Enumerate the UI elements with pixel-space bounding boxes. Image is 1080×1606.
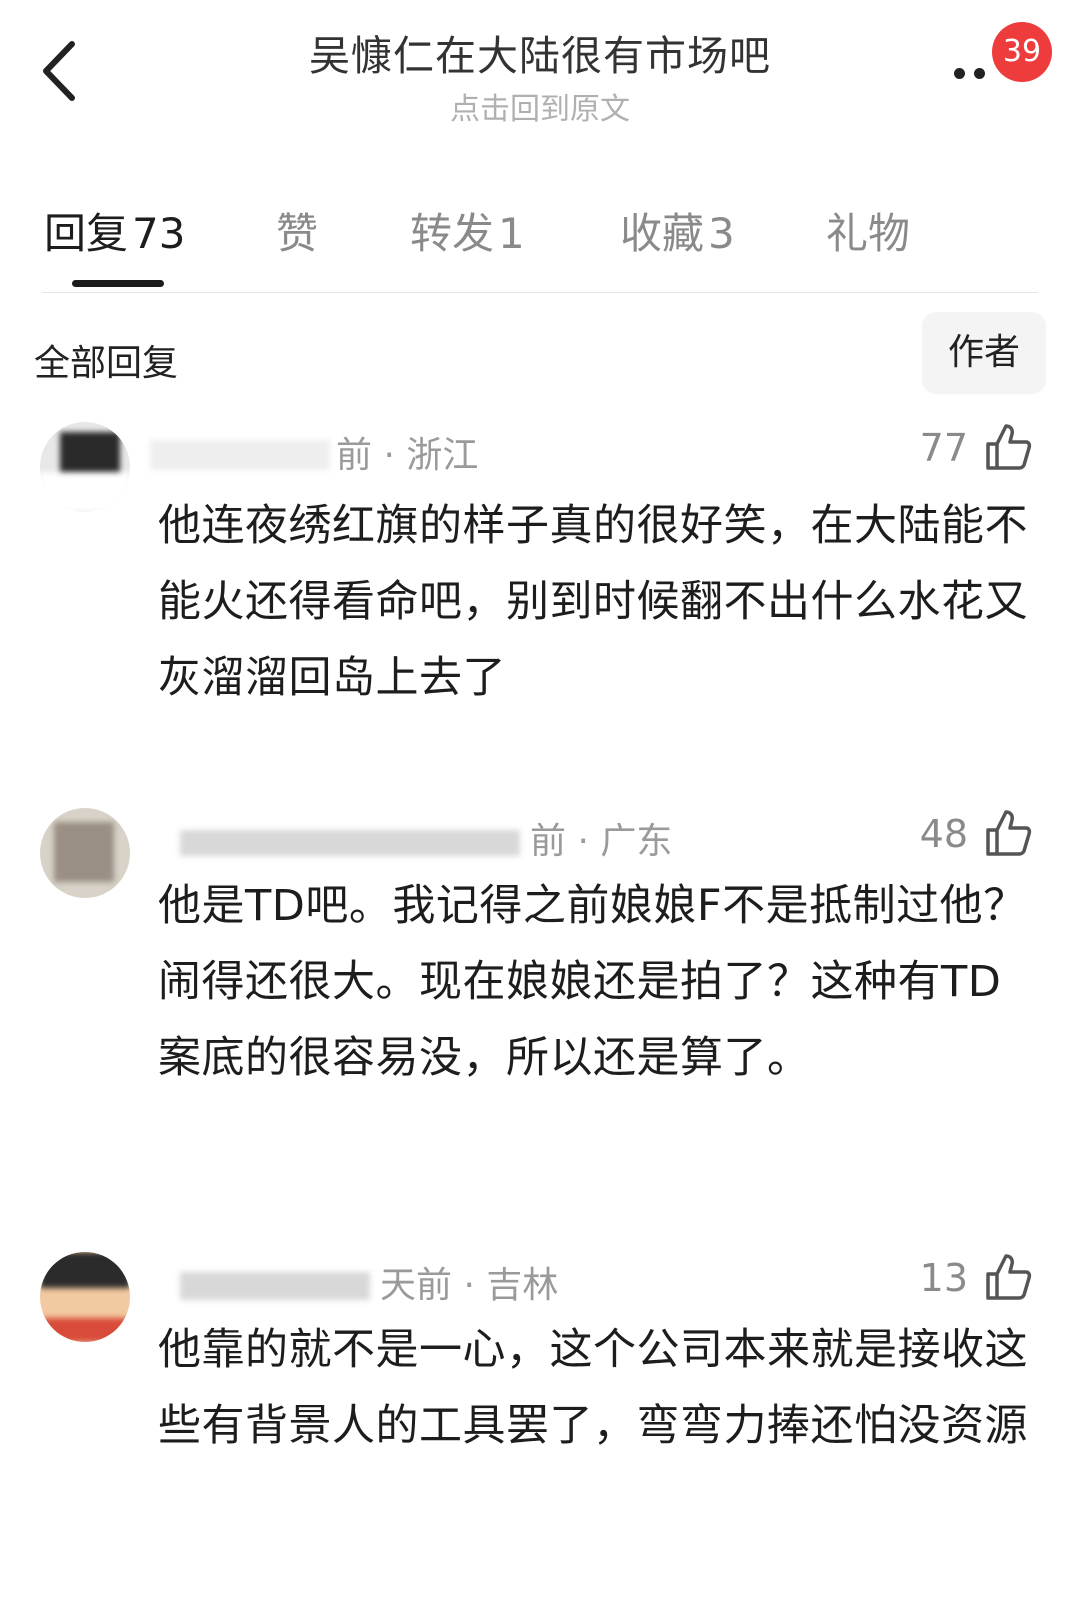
divider xyxy=(42,292,1038,293)
username-redacted xyxy=(180,1272,370,1300)
thumbs-up-icon xyxy=(986,1254,1032,1300)
tab-favorites[interactable]: 收藏3 xyxy=(620,200,735,261)
tab-gifts[interactable]: 礼物 xyxy=(826,200,914,261)
tab-reposts[interactable]: 转发1 xyxy=(410,200,525,261)
avatar-blur xyxy=(40,472,130,512)
thumbs-up-icon xyxy=(986,424,1032,470)
like-button[interactable] xyxy=(984,808,1032,858)
active-tab-indicator xyxy=(72,280,164,287)
notification-badge[interactable]: 39 xyxy=(992,22,1052,82)
tab-label: 转发 xyxy=(410,209,495,258)
tab-label: 回复 xyxy=(44,209,129,258)
tab-label: 收藏 xyxy=(620,209,705,258)
avatar[interactable] xyxy=(40,422,130,512)
like-button[interactable] xyxy=(984,1252,1032,1302)
comment-meta: 前 · 浙江 xyxy=(336,435,479,476)
more-dot xyxy=(974,68,985,79)
thumbs-up-icon xyxy=(986,810,1032,856)
more-dots-icon xyxy=(954,68,965,79)
back-to-original-link[interactable]: 点击回到原文 xyxy=(0,84,1080,128)
comment-meta: 前 · 广东 xyxy=(530,821,673,862)
all-replies-heading: 全部回复 xyxy=(34,343,179,384)
comment-text: 他是TD吧。我记得之前娘娘F不是抵制过他？闹得还很大。现在娘娘还是拍了？这种有T… xyxy=(158,881,1027,1083)
comment-text: 他靠的就不是一心，这个公司本来就是接收这些有背景人的工具罢了，弯弯力捧还怕没资源 xyxy=(158,1325,1028,1451)
tab-label: 礼物 xyxy=(826,209,911,258)
tab-label: 赞 xyxy=(276,209,319,258)
author-filter-button[interactable]: 作者 xyxy=(922,312,1046,394)
like-count: 48 xyxy=(919,812,968,856)
tab-count: 1 xyxy=(498,209,525,258)
avatar-blur xyxy=(40,1318,130,1342)
like-count: 13 xyxy=(919,1256,968,1300)
username-redacted xyxy=(180,830,520,856)
comment-text: 他连夜绣红旗的样子真的很好笑，在大陆能不能火还得看命吧，别到时候翻不出什么水花又… xyxy=(158,501,1028,703)
avatar[interactable] xyxy=(40,1252,130,1342)
tab-count: 3 xyxy=(708,209,735,258)
comment-meta: 天前 · 吉林 xyxy=(380,1265,559,1306)
username-redacted xyxy=(150,440,330,470)
avatar-blur xyxy=(54,822,114,882)
avatar[interactable] xyxy=(40,808,130,898)
avatar-blur xyxy=(40,1252,130,1288)
tab-replies[interactable]: 回复73 xyxy=(44,200,185,261)
like-button[interactable] xyxy=(984,422,1032,472)
top-bar: 吴慷仁在大陆很有市场吧 点击回到原文 39 xyxy=(0,0,1080,160)
tab-count: 73 xyxy=(132,209,186,258)
tab-likes[interactable]: 赞 xyxy=(276,200,322,261)
post-title[interactable]: 吴慷仁在大陆很有市场吧 xyxy=(0,22,1080,82)
like-count: 77 xyxy=(919,426,968,470)
